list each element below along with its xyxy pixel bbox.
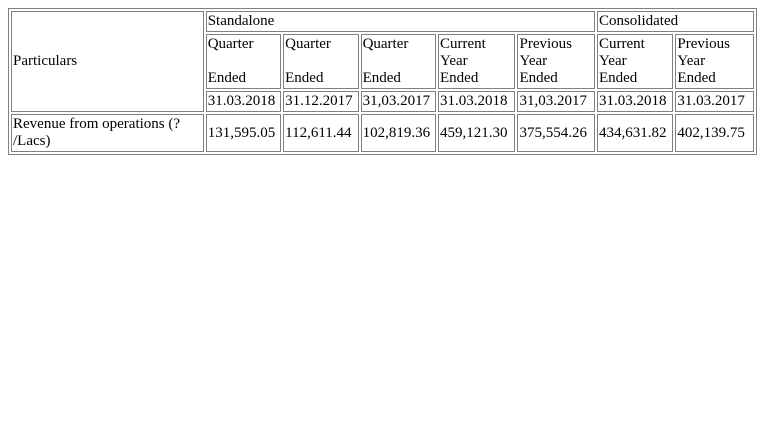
revenue-value-4: 459,121.30 [438, 114, 516, 152]
period-line: Quarter [285, 36, 331, 52]
period-line: Quarter [362, 36, 409, 52]
period-line: Quarter [207, 36, 254, 52]
period-line: Current [440, 36, 486, 52]
period-line: Ended [362, 70, 401, 86]
period-header-6: Current Year Ended [596, 34, 674, 89]
date-header-3: 31,03.2017 [360, 91, 436, 112]
period-line: Ended [598, 70, 638, 86]
period-header-3: Quarter Ended [360, 34, 436, 89]
results-table-container: Particulars Standalone Consolidated Quar… [8, 8, 757, 155]
period-line: Ended [519, 70, 558, 86]
period-line: Ended [440, 70, 479, 86]
revenue-value-7: 402,139.75 [675, 114, 754, 152]
standalone-group-header: Standalone [205, 11, 595, 32]
date-header-2: 31.12.2017 [283, 91, 359, 112]
period-line: Year [440, 53, 468, 69]
date-header-1: 31.03.2018 [205, 91, 282, 112]
revenue-value-2: 112,611.44 [283, 114, 359, 152]
revenue-value-6: 434,631.82 [596, 114, 674, 152]
period-line: Year [519, 53, 548, 69]
period-header-4: Current Year Ended [438, 34, 516, 89]
period-line: Year [598, 53, 627, 69]
period-line: Ended [285, 70, 324, 86]
row-label-revenue: Revenue from operations (? /Lacs) [11, 114, 204, 152]
period-line: Previous [677, 36, 730, 52]
date-header-5: 31,03.2017 [517, 91, 595, 112]
period-line: Year [677, 53, 706, 69]
revenue-value-1: 131,595.05 [205, 114, 282, 152]
period-header-7: Previous Year Ended [675, 34, 754, 89]
period-line: Current [598, 36, 645, 52]
period-line: Ended [207, 70, 247, 86]
date-header-6: 31.03.2018 [596, 91, 674, 112]
header-row-groups: Particulars Standalone Consolidated [11, 11, 754, 112]
period-line: Ended [677, 70, 716, 86]
table-row-revenue: Revenue from operations (? /Lacs) 131,59… [11, 114, 754, 152]
period-line: Previous [519, 36, 572, 52]
period-header-1: Quarter Ended [205, 34, 282, 89]
revenue-value-5: 375,554.26 [517, 114, 595, 152]
revenue-value-3: 102,819.36 [360, 114, 436, 152]
consolidated-group-header: Consolidated [596, 11, 754, 32]
date-header-4: 31.03.2018 [438, 91, 516, 112]
financial-results-table: Particulars Standalone Consolidated Quar… [8, 8, 757, 155]
particulars-header: Particulars [11, 11, 204, 112]
period-header-2: Quarter Ended [283, 34, 359, 89]
period-header-5: Previous Year Ended [517, 34, 595, 89]
date-header-7: 31.03.2017 [675, 91, 754, 112]
